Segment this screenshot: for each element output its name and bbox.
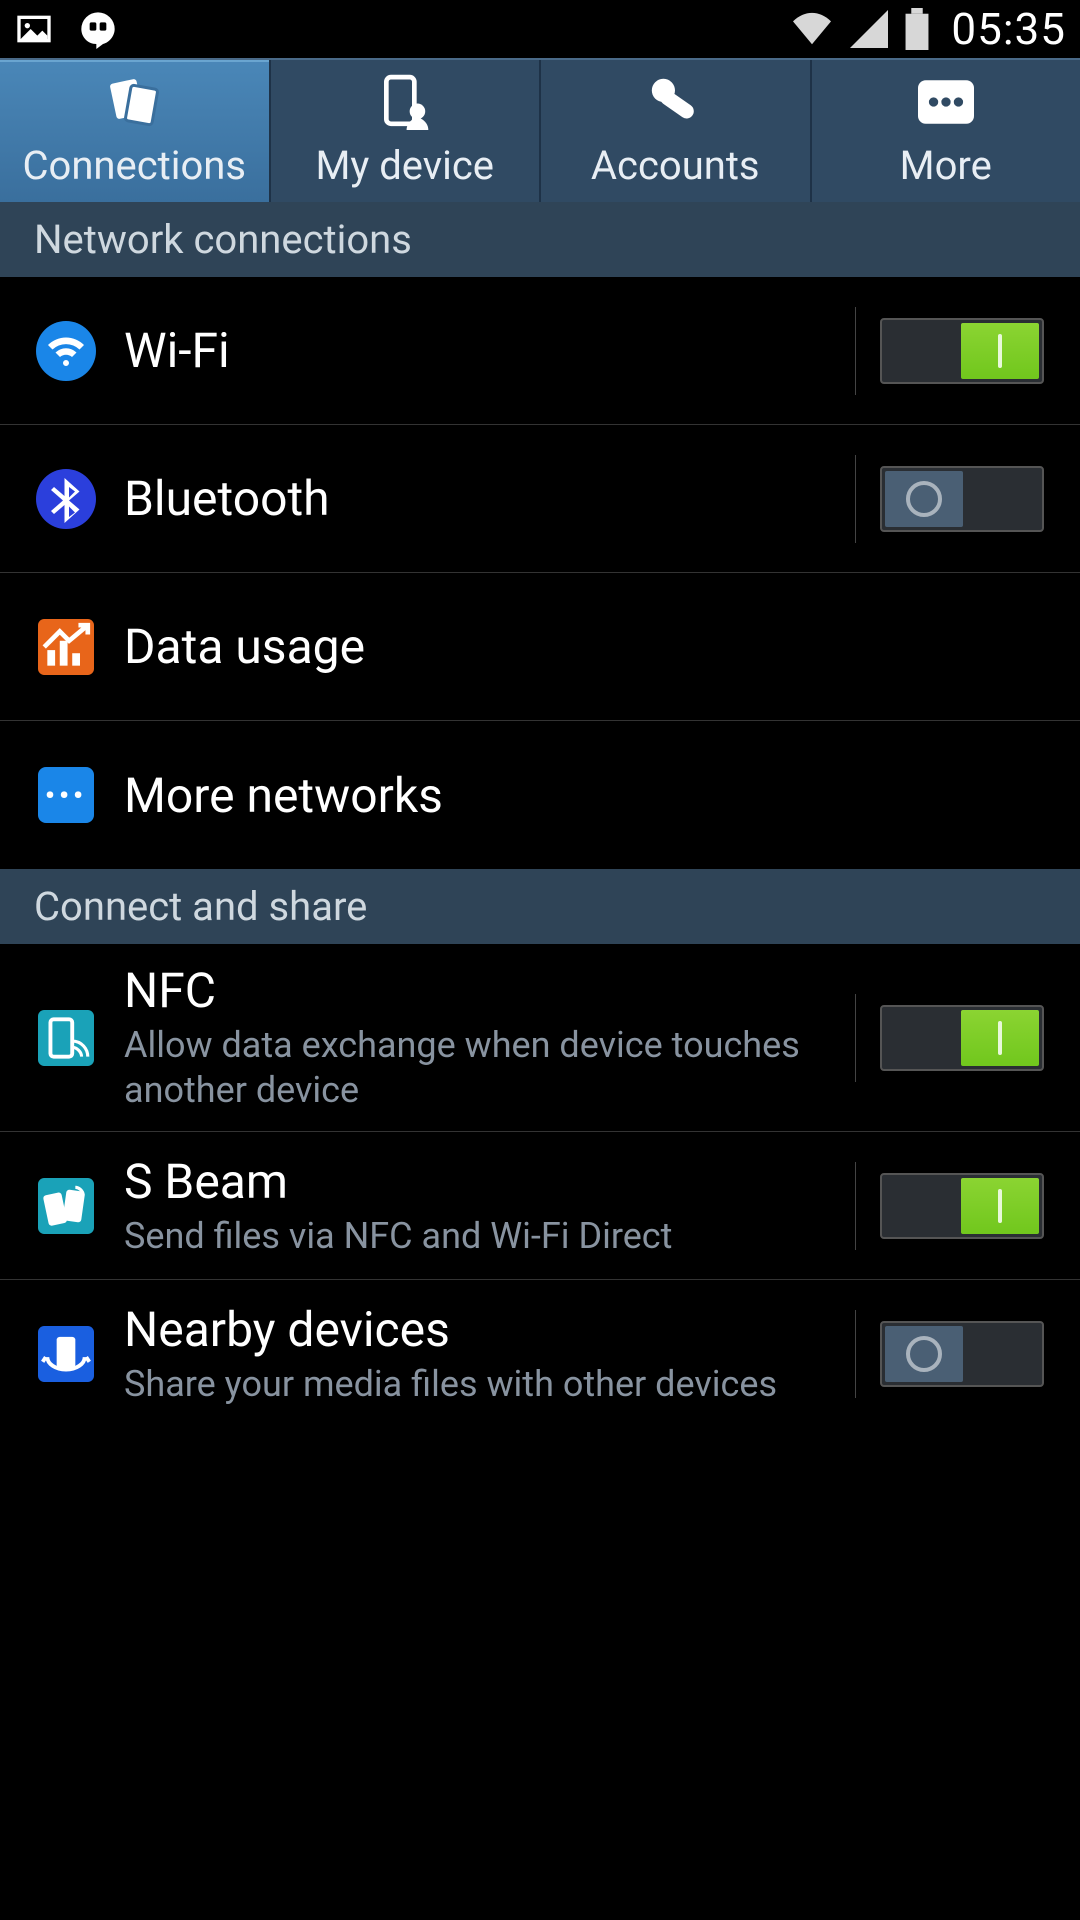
sbeam-icon [36, 1176, 96, 1236]
tab-label: My device [315, 142, 494, 189]
nearby-devices-icon [36, 1324, 96, 1384]
more-networks-icon: ••• [36, 765, 96, 825]
nfc-icon [36, 1008, 96, 1068]
divider [855, 307, 856, 395]
wifi-status-icon [789, 10, 835, 48]
accounts-icon [646, 74, 704, 130]
settings-tab-bar: Connections My device Accounts More [0, 58, 1080, 202]
tab-more[interactable]: More [812, 60, 1080, 202]
signal-status-icon [849, 10, 889, 48]
divider [855, 1162, 856, 1250]
wifi-icon [36, 321, 96, 381]
row-title: Nearby devices [124, 1301, 831, 1358]
row-subtitle: Send files via NFC and Wi-Fi Direct [124, 1214, 831, 1259]
divider [855, 1310, 856, 1398]
row-title: More networks [124, 767, 1044, 824]
bluetooth-toggle[interactable] [880, 466, 1044, 532]
sbeam-toggle[interactable] [880, 1173, 1044, 1239]
battery-status-icon [903, 8, 931, 50]
row-more-networks[interactable]: ••• More networks [0, 721, 1080, 869]
divider [855, 455, 856, 543]
status-bar: 05:35 [0, 0, 1080, 58]
row-subtitle: Share your media files with other device… [124, 1362, 831, 1407]
bluetooth-icon [36, 469, 96, 529]
row-title: S Beam [124, 1153, 831, 1210]
gallery-notification-icon [14, 9, 54, 49]
section-header-connect-share: Connect and share [0, 869, 1080, 944]
row-title: Data usage [124, 618, 1044, 675]
nearby-toggle[interactable] [880, 1321, 1044, 1387]
my-device-icon [379, 74, 431, 130]
tab-label: More [900, 142, 992, 189]
more-icon [918, 74, 974, 130]
wifi-toggle[interactable] [880, 318, 1044, 384]
status-time: 05:35 [951, 3, 1066, 55]
tab-connections[interactable]: Connections [0, 60, 271, 202]
data-usage-icon [36, 617, 96, 677]
nfc-toggle[interactable] [880, 1005, 1044, 1071]
tab-label: Accounts [591, 142, 760, 189]
connections-icon [104, 74, 164, 130]
tab-accounts[interactable]: Accounts [541, 60, 812, 202]
row-nfc[interactable]: NFC Allow data exchange when device touc… [0, 944, 1080, 1132]
tab-label: Connections [22, 142, 246, 189]
row-nearby-devices[interactable]: Nearby devices Share your media files wi… [0, 1280, 1080, 1428]
tab-my-device[interactable]: My device [271, 60, 542, 202]
divider [855, 994, 856, 1082]
row-title: NFC [124, 962, 831, 1019]
row-subtitle: Allow data exchange when device touches … [124, 1023, 831, 1113]
row-title: Bluetooth [124, 470, 831, 527]
hangouts-notification-icon [78, 9, 118, 49]
row-bluetooth[interactable]: Bluetooth [0, 425, 1080, 573]
row-sbeam[interactable]: S Beam Send files via NFC and Wi-Fi Dire… [0, 1132, 1080, 1280]
section-header-network: Network connections [0, 202, 1080, 277]
row-wifi[interactable]: Wi-Fi [0, 277, 1080, 425]
row-title: Wi-Fi [124, 322, 831, 379]
row-data-usage[interactable]: Data usage [0, 573, 1080, 721]
